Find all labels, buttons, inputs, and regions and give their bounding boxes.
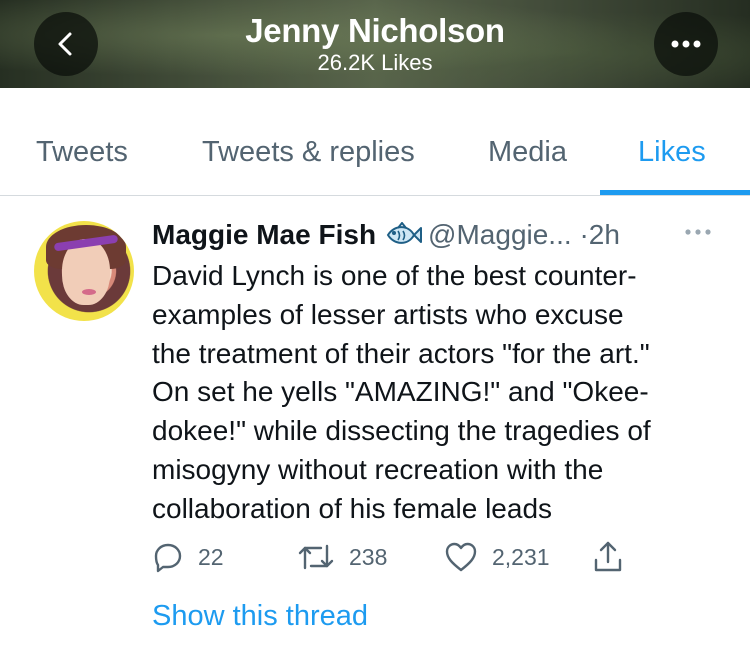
liked-tweet[interactable]: Maggie Mae Fish @Maggie... ·2h David Lyn… [0, 197, 750, 664]
tweet-text-line: collaboration of his female leads [152, 492, 553, 524]
retweet-button[interactable]: 238 [297, 537, 387, 577]
tweet-actions: 22 238 2,231 [152, 537, 632, 577]
tweet-text-line: dokee!" while dissecting the tragedies o… [152, 415, 651, 447]
heart-icon [445, 542, 477, 572]
profile-likes-screen: Jenny Nicholson 26.2K Likes Tweets Tweet… [0, 0, 750, 664]
tweet-text-line: misogyny without recreation with the [152, 453, 604, 485]
like-count: 2,231 [492, 543, 550, 570]
tweet-text-line: David Lynch is one of the best counter- [152, 260, 637, 291]
retweet-count: 238 [349, 543, 388, 570]
tweet-text-line: On set he yells "AMAZING!" and "Okee- [152, 376, 649, 408]
share-icon [594, 541, 622, 572]
like-button[interactable]: 2,231 [444, 537, 550, 577]
tweet-text: David Lynch is one of the best counter- … [152, 257, 732, 529]
show-thread-link[interactable]: Show this thread [152, 600, 368, 633]
tab-tweets-and-replies[interactable]: Tweets & replies [202, 136, 415, 169]
author-name[interactable]: Maggie Mae Fish [152, 219, 376, 250]
separator-dot: · [579, 219, 589, 250]
author-handle[interactable]: @Maggie... [428, 219, 572, 250]
tweet-time[interactable]: 2h [589, 219, 620, 250]
tweet-more-icon[interactable] [685, 229, 711, 235]
profile-tabs: Tweets Tweets & replies Media Likes [0, 88, 750, 196]
profile-header-banner: Jenny Nicholson 26.2K Likes [0, 0, 750, 88]
likes-count: 26.2K Likes [317, 50, 433, 75]
tweet-text-line: the treatment of their actors "for the a… [152, 337, 650, 369]
fish-icon [384, 221, 423, 255]
more-options-button[interactable] [654, 12, 718, 76]
avatar[interactable] [34, 221, 134, 321]
profile-name: Jenny Nicholson [245, 12, 505, 49]
tweet-header: Maggie Mae Fish @Maggie... ·2h [152, 219, 732, 253]
retweet-icon [298, 544, 334, 570]
reply-button[interactable]: 22 [152, 537, 224, 577]
active-tab-indicator [600, 190, 750, 195]
tweet-text-line: examples of lesser artists who excuse [152, 298, 624, 330]
tab-media[interactable]: Media [488, 136, 567, 169]
reply-icon [154, 543, 182, 573]
share-button[interactable] [592, 537, 624, 577]
tab-tweets[interactable]: Tweets [36, 136, 128, 169]
more-horizontal-icon [671, 40, 701, 48]
reply-count: 22 [198, 543, 224, 570]
tab-likes[interactable]: Likes [638, 136, 706, 169]
